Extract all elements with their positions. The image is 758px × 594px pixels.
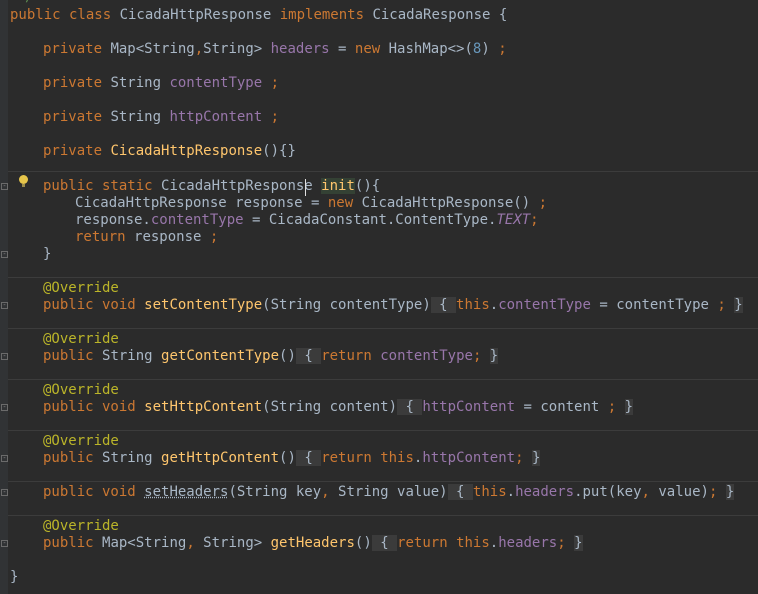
fold-marker-icon[interactable] bbox=[1, 489, 8, 496]
init-close-brace[interactable]: } bbox=[43, 246, 51, 263]
method-separator bbox=[8, 430, 758, 431]
get-content-type-method[interactable]: public String getContentType() { return … bbox=[43, 348, 499, 365]
comment-end: */ bbox=[18, 0, 32, 4]
content-type-field[interactable]: private String contentType ; bbox=[43, 75, 279, 92]
init-method-signature[interactable]: public static CicadaHttpResponse init(){ bbox=[43, 178, 380, 195]
method-separator bbox=[8, 515, 758, 516]
code-editor[interactable]: */ public class CicadaHttpResponse imple… bbox=[0, 0, 758, 594]
fold-marker-icon[interactable] bbox=[1, 183, 8, 190]
method-separator bbox=[8, 328, 758, 329]
init-body-line-1[interactable]: CicadaHttpResponse response = new Cicada… bbox=[75, 195, 547, 212]
class-close-brace[interactable]: } bbox=[10, 569, 18, 586]
fold-marker-icon[interactable] bbox=[1, 540, 8, 547]
override-annotation[interactable]: @Override bbox=[43, 518, 119, 535]
method-separator bbox=[8, 171, 758, 172]
fold-marker-icon[interactable] bbox=[1, 455, 8, 462]
get-http-content-method[interactable]: public String getHttpContent() { return … bbox=[43, 450, 541, 467]
override-annotation[interactable]: @Override bbox=[43, 382, 119, 399]
headers-field[interactable]: private Map<String,String> headers = new… bbox=[43, 41, 507, 58]
method-separator bbox=[8, 277, 758, 278]
override-annotation[interactable]: @Override bbox=[43, 280, 119, 297]
get-headers-method[interactable]: public Map<String, String> getHeaders() … bbox=[43, 535, 583, 552]
method-separator bbox=[8, 481, 758, 482]
set-content-type-method[interactable]: public void setContentType(String conten… bbox=[43, 297, 743, 314]
override-annotation[interactable]: @Override bbox=[43, 433, 119, 450]
text-caret bbox=[305, 179, 306, 196]
fold-marker-icon[interactable] bbox=[1, 353, 8, 360]
init-body-line-2[interactable]: response.contentType = CicadaConstant.Co… bbox=[75, 212, 539, 229]
fold-marker-icon[interactable] bbox=[1, 404, 8, 411]
private-constructor[interactable]: private CicadaHttpResponse(){} bbox=[43, 143, 296, 160]
class-declaration[interactable]: public class CicadaHttpResponse implemen… bbox=[10, 7, 507, 24]
override-annotation[interactable]: @Override bbox=[43, 331, 119, 348]
set-headers-method[interactable]: public void setHeaders(String key, Strin… bbox=[43, 484, 735, 501]
intention-bulb-icon[interactable] bbox=[19, 175, 28, 187]
method-separator bbox=[8, 379, 758, 380]
http-content-field[interactable]: private String httpContent ; bbox=[43, 109, 279, 126]
fold-marker-icon[interactable] bbox=[1, 302, 8, 309]
fold-marker-icon[interactable] bbox=[1, 251, 8, 258]
set-http-content-method[interactable]: public void setHttpContent(String conten… bbox=[43, 399, 634, 416]
init-body-line-3[interactable]: return response ; bbox=[75, 229, 218, 246]
